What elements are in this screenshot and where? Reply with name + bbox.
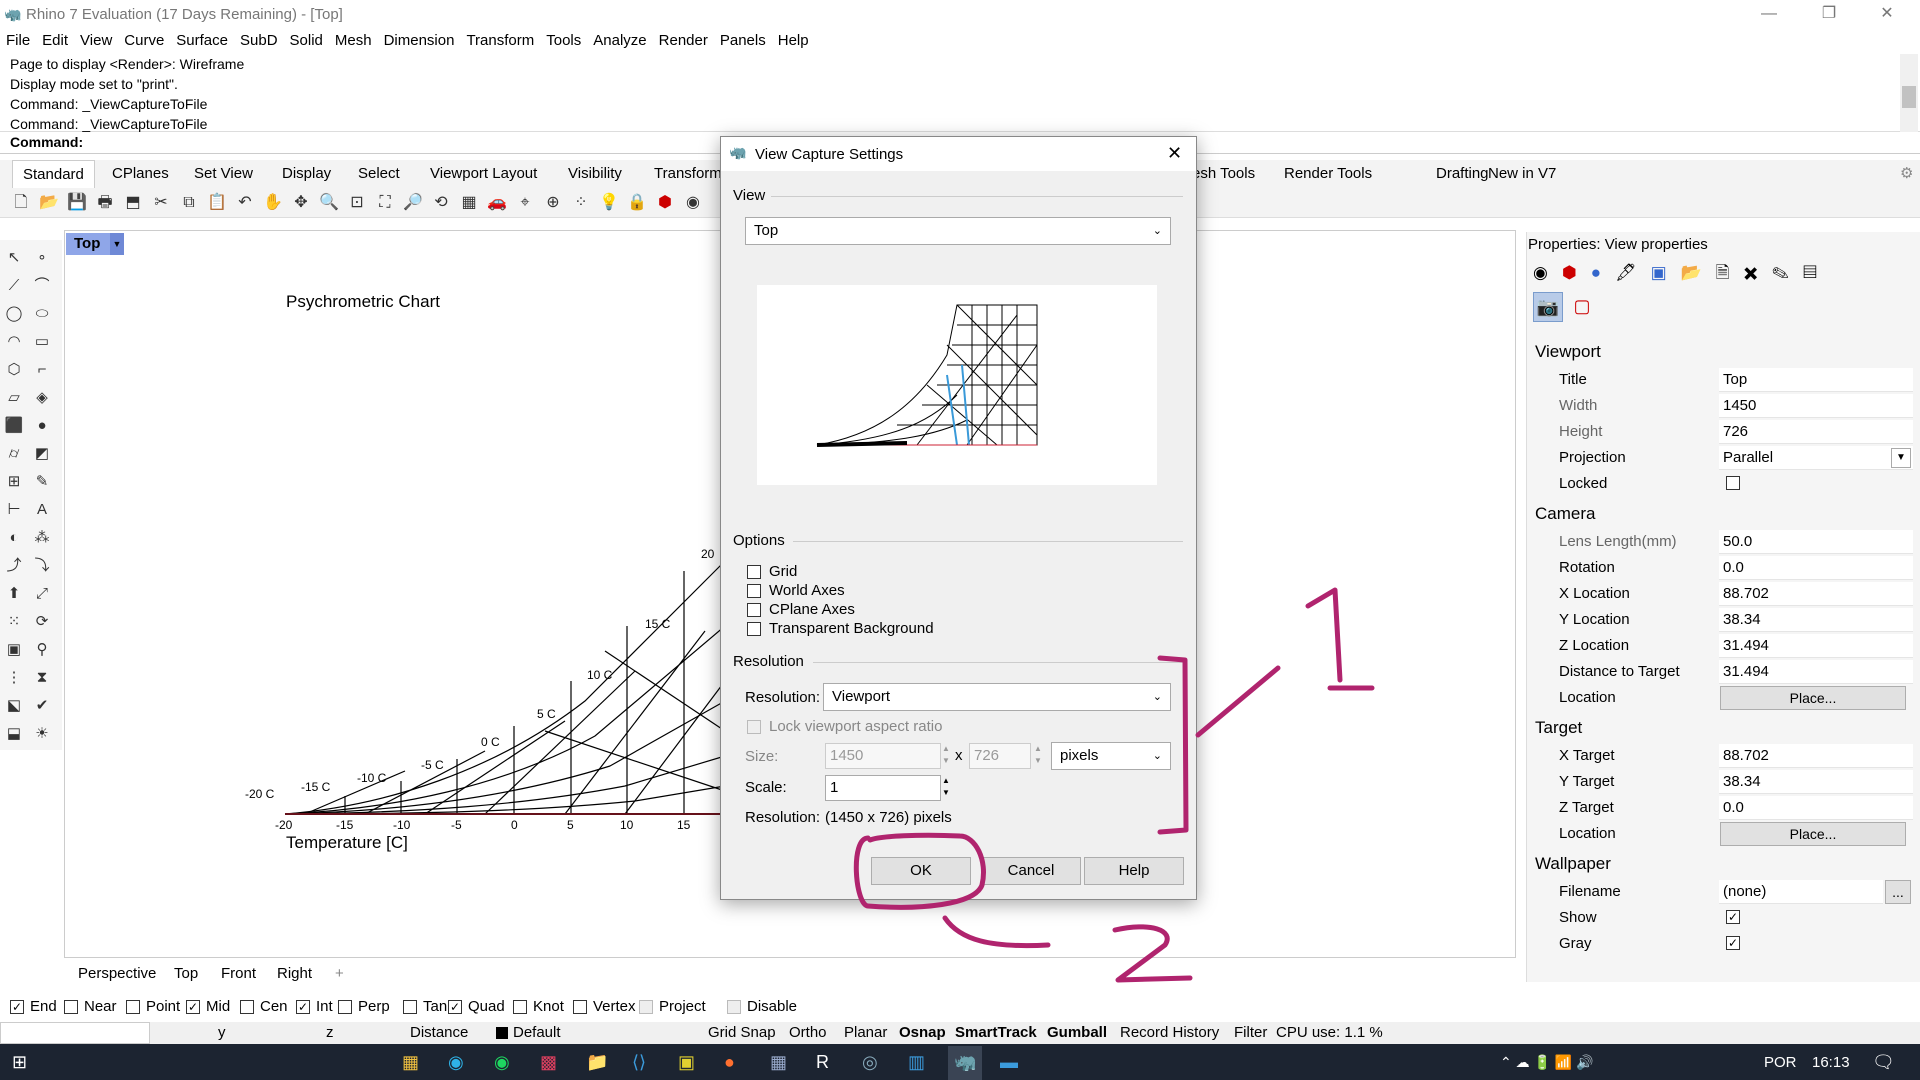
windows-start-icon[interactable]: ⊞ xyxy=(12,1052,27,1073)
app-icon[interactable]: ▩ xyxy=(540,1052,557,1073)
r-icon[interactable]: R xyxy=(816,1052,829,1073)
app-icon[interactable]: ▣ xyxy=(678,1052,695,1073)
app-icon[interactable]: ▥ xyxy=(908,1052,925,1073)
edge-icon[interactable]: ◉ xyxy=(448,1052,464,1073)
notifications-icon[interactable]: 🗨 xyxy=(1872,1052,1895,1073)
app-icon[interactable]: ▬ xyxy=(1000,1052,1018,1073)
rhino-taskbar-icon[interactable]: 🦏 xyxy=(954,1052,976,1073)
clock[interactable]: 16:13 xyxy=(1812,1054,1850,1071)
spotify-icon[interactable]: ◉ xyxy=(494,1052,510,1073)
app-icon[interactable]: ▦ xyxy=(402,1052,419,1073)
vscode-icon[interactable]: ⟨⟩ xyxy=(632,1052,646,1073)
system-tray-icons[interactable]: ⌃ ☁ 🔋 📶 🔊 xyxy=(1500,1054,1594,1071)
app-icon[interactable]: ▦ xyxy=(770,1052,787,1073)
language-indicator[interactable]: POR xyxy=(1764,1054,1797,1071)
firefox-icon[interactable]: ● xyxy=(724,1052,735,1073)
taskbar: ⊞ ▦ ◉ ◉ ▩ 📁 ⟨⟩ ▣ ● ▦ R ◎ ▥ 🦏 ▬ ⌃ ☁ 🔋 📶 🔊… xyxy=(0,1044,1920,1080)
file-explorer-icon[interactable]: 📁 xyxy=(586,1052,608,1073)
rstudio-icon[interactable]: ◎ xyxy=(862,1052,878,1073)
hand-annotations xyxy=(853,587,1375,983)
